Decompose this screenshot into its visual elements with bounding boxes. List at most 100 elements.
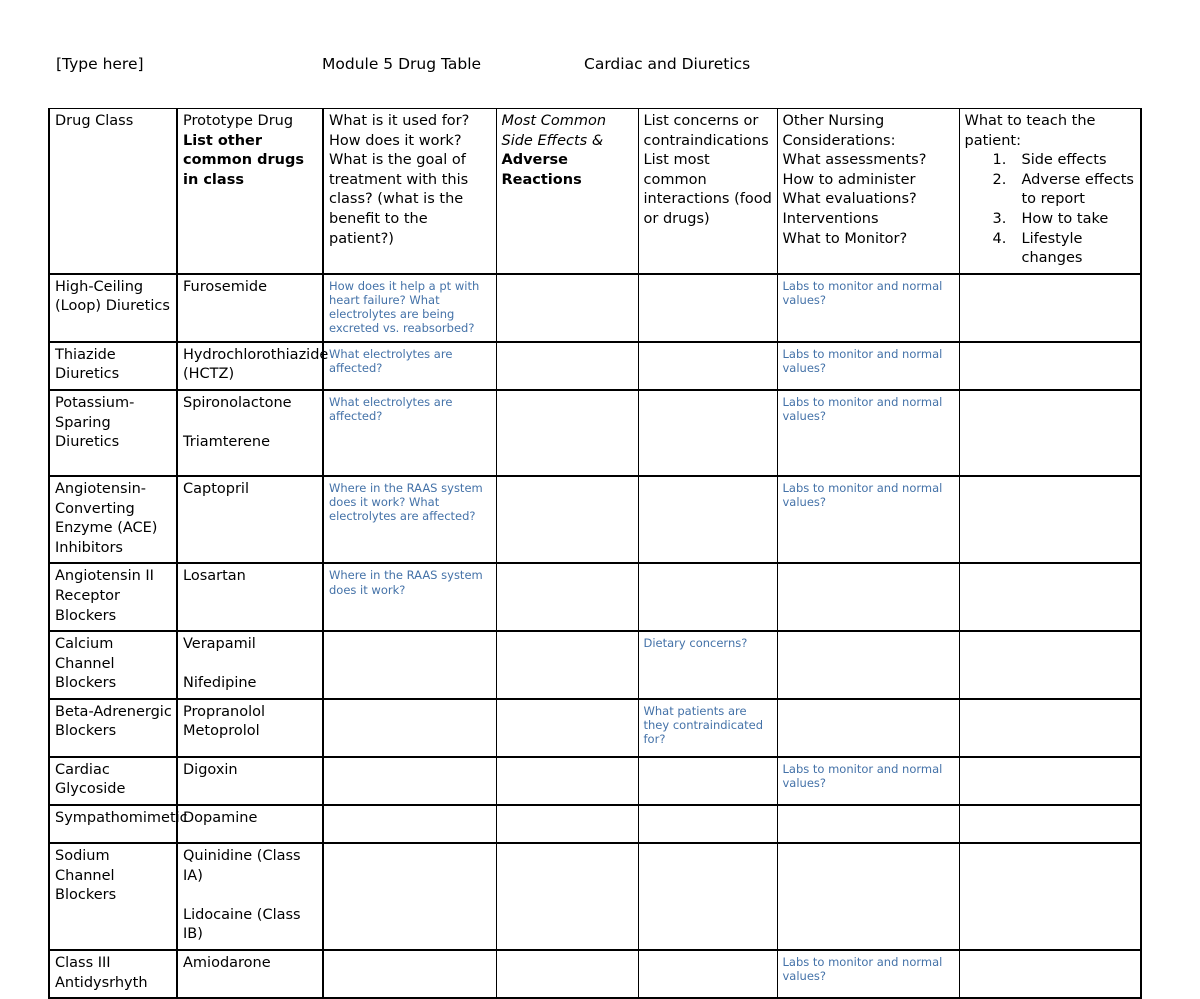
cell-side-effects [495, 475, 639, 565]
cell-nursing: Labs to monitor and normal values? [776, 273, 960, 343]
document-page: [Type here] Module 5 Drug Table Cardiac … [0, 0, 1200, 999]
list-item-label: How to take [1021, 210, 1109, 227]
annotation-note: Labs to monitor and normal values? [782, 346, 943, 375]
table-row: Calcium Channel Blockers Verapamil Nifed… [48, 630, 1142, 700]
annotation-note: Dietary concerns? [643, 636, 748, 651]
cell-teaching [958, 949, 1142, 999]
patient-teaching-list: 1. Side effects 2. Adverse effects to re… [965, 151, 1137, 269]
header-cell-concerns: List concerns or contraindications List … [637, 107, 778, 275]
annotation-note [329, 635, 492, 636]
cell-concerns [637, 842, 778, 952]
list-item-label: Side effects [1021, 152, 1107, 169]
cell-side-effects [495, 341, 639, 391]
prototype-drug-name: Furosemide [183, 278, 268, 295]
cell-prototype: Amiodarone [176, 949, 324, 999]
cell-prototype: Digoxin [176, 756, 324, 807]
list-item: 4. Lifestyle changes [965, 230, 1137, 269]
cell-side-effects [495, 804, 639, 845]
prototype-drug-name: Hydrochlorothiazide (HCTZ) [183, 346, 329, 383]
table-row: Beta-Adrenergic Blockers Propranolol Met… [48, 698, 1142, 758]
cell-drug-class: High-Ceiling (Loop) Diuretics [48, 273, 178, 343]
annotation-note [783, 567, 955, 568]
annotation-note [783, 703, 955, 704]
document-header: [Type here] Module 5 Drug Table Cardiac … [56, 52, 1146, 76]
cell-drug-class: Beta-Adrenergic Blockers [48, 698, 178, 758]
list-item-number: 2. [992, 171, 1007, 188]
cell-side-effects [495, 698, 639, 758]
prototype-drug-name-secondary: Triamterene [183, 434, 271, 451]
table-row: Thiazide Diuretics Hydrochlorothiazide (… [48, 341, 1142, 391]
cell-nursing: Labs to monitor and normal values? [776, 341, 960, 391]
annotation-note [783, 847, 955, 848]
cell-teaching [958, 341, 1142, 391]
table-header-row: Drug Class Prototype Drug List other com… [48, 107, 1142, 275]
annotation-note: Labs to monitor and normal values? [782, 955, 943, 984]
cell-indication [322, 698, 497, 758]
header-line-used-for: What is it used for? [329, 113, 470, 129]
cell-concerns [637, 562, 778, 633]
cell-prototype: Spironolactone Triamterene [176, 389, 324, 477]
cell-concerns: Dietary concerns? [637, 630, 778, 700]
cell-indication [322, 804, 497, 845]
cell-drug-class: Sympathomimetic [48, 804, 188, 845]
list-item: 2. Adverse effects to report [965, 171, 1137, 210]
header-line-how-works: How does it work? [329, 132, 462, 149]
cell-side-effects [495, 949, 639, 999]
cell-drug-class: Thiazide Diuretics [48, 341, 178, 391]
table-row: Potassium-Sparing Diuretics Spironolacto… [48, 389, 1142, 477]
cell-concerns [637, 389, 778, 477]
cell-side-effects [495, 273, 639, 343]
annotation-note [644, 847, 773, 848]
cell-side-effects [495, 842, 639, 952]
document-topic: Cardiac and Diuretics [584, 55, 751, 73]
drug-table: Drug Class Prototype Drug List other com… [48, 107, 1142, 999]
header-line-monitor: What to Monitor? [782, 230, 908, 247]
prototype-drug-name: Spironolactone [183, 394, 292, 411]
cell-indication [322, 842, 497, 952]
cell-indication: How does it help a pt with heart failure… [322, 273, 497, 343]
cell-concerns [637, 273, 778, 343]
cell-drug-class: Potassium-Sparing Diuretics [48, 389, 178, 477]
cell-side-effects [495, 756, 639, 807]
cell-prototype: Losartan [176, 562, 324, 633]
table-row: Class III Antidysrhyth Amiodarone Labs t… [48, 949, 1142, 999]
cell-nursing: Labs to monitor and normal values? [776, 475, 960, 565]
cell-teaching [958, 698, 1142, 758]
cell-indication [322, 630, 497, 700]
cell-side-effects [495, 562, 639, 633]
cell-drug-class: Class III Antidysrhyth [48, 949, 178, 999]
header-label-prototype-drug: Prototype Drug [183, 113, 294, 129]
header-cell-nursing-considerations: Other Nursing Considerations: What asses… [776, 107, 960, 275]
annotation-note [329, 809, 492, 810]
header-label-list-other-drugs: List other common drugs in class [183, 132, 304, 188]
annotation-note [329, 703, 492, 704]
header-cell-patient-teaching: What to teach the patient: 1. Side effec… [958, 107, 1142, 275]
prototype-drug-name-secondary: Nifedipine [183, 675, 257, 692]
type-here-placeholder: [Type here] [56, 55, 144, 73]
header-cell-prototype: Prototype Drug List other common drugs i… [176, 107, 324, 275]
list-item-number: 1. [992, 152, 1007, 169]
document-title: Module 5 Drug Table [322, 55, 482, 73]
cell-prototype: Hydrochlorothiazide (HCTZ) [176, 341, 329, 391]
cell-nursing: Labs to monitor and normal values? [776, 756, 960, 807]
cell-indication: Where in the RAAS system does it work? [322, 562, 497, 633]
cell-drug-class: Cardiac Glycoside [48, 756, 178, 807]
annotation-note [329, 847, 492, 848]
cell-concerns [637, 341, 778, 391]
annotation-note [644, 480, 773, 481]
cell-concerns [637, 475, 778, 565]
cell-prototype: Furosemide [176, 273, 324, 343]
cell-teaching [958, 630, 1142, 700]
table-row: Sodium Channel Blockers Quinidine (Class… [48, 842, 1142, 952]
list-item-label: Adverse effects to report [1021, 171, 1134, 208]
cell-drug-class: Angiotensin-Converting Enzyme (ACE) Inhi… [48, 475, 178, 565]
header-label-adverse-reactions: Adverse Reactions [501, 152, 582, 188]
prototype-drug-name: Propranolol [183, 703, 266, 720]
cell-drug-class: Angiotensin II Receptor Blockers [48, 562, 178, 633]
header-label-teach-patient: What to teach the patient: [964, 113, 1096, 149]
cell-teaching [958, 273, 1142, 343]
cell-nursing [776, 630, 960, 700]
header-label-drug-class: Drug Class [55, 113, 134, 129]
